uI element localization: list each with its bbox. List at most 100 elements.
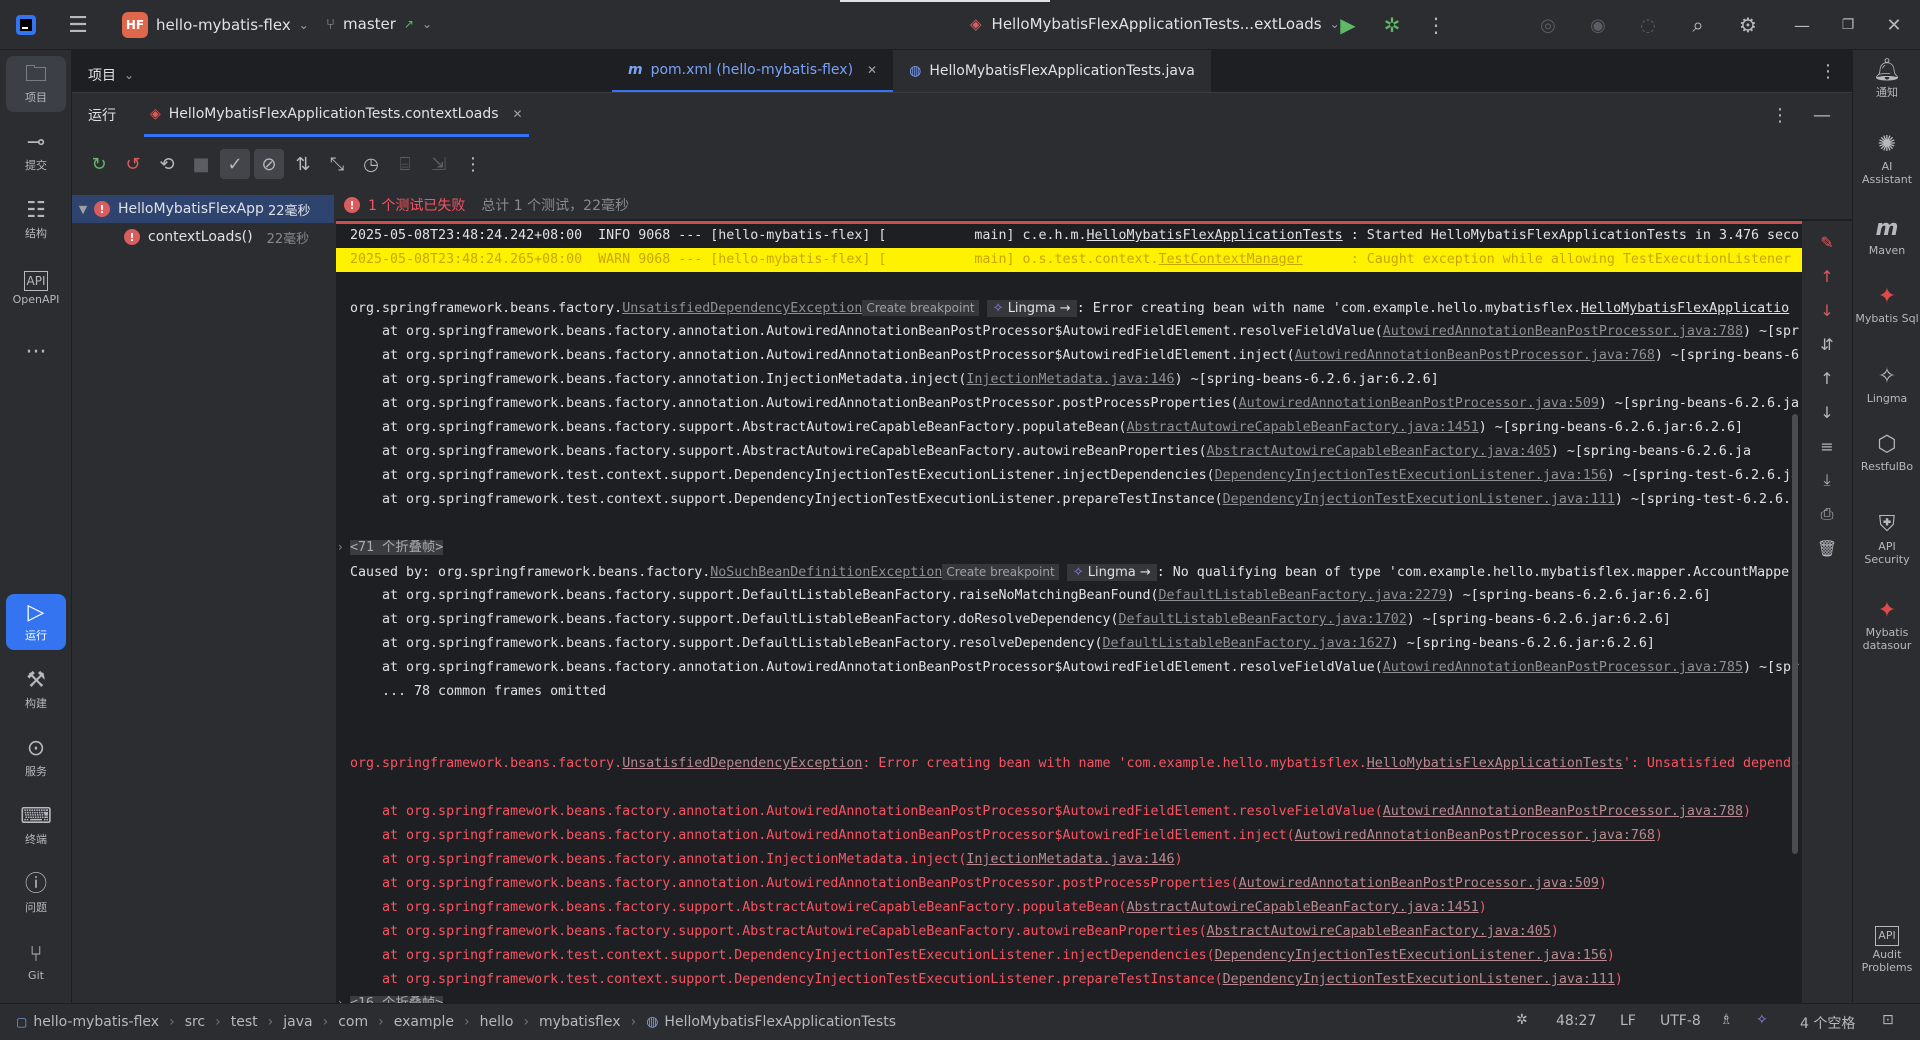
coverage-icon[interactable]: ◉ [1582, 9, 1614, 41]
breadcrumb-item[interactable]: hello-mybatis-flex [33, 1014, 159, 1030]
history-icon[interactable]: ◷ [356, 149, 386, 179]
source-link[interactable]: DependencyInjectionTestExecutionListener… [1223, 492, 1615, 507]
source-link[interactable]: AutowiredAnnotationBeanPostProcessor.jav… [1295, 828, 1655, 843]
class-link[interactable]: HelloMybatisFlexApplicationTests [1367, 756, 1623, 771]
clear-all-icon[interactable]: ✎ [1814, 229, 1840, 255]
tool-problems[interactable]: ⓘ 问题 [6, 866, 66, 922]
tree-item-root[interactable]: ▼ ! HelloMybatisFlexApp 22毫秒 [72, 195, 334, 223]
source-link[interactable]: InjectionMetadata.java:146 [966, 852, 1174, 867]
minimize-icon[interactable]: — [1786, 9, 1818, 41]
breadcrumb-item[interactable]: hello [480, 1014, 514, 1030]
class-link[interactable]: TestContextManager [1159, 252, 1303, 267]
breadcrumb-item[interactable]: java [283, 1014, 312, 1030]
inspection-icon[interactable]: ♗ [1720, 1012, 1733, 1028]
file-encoding[interactable]: UTF-8 [1660, 1013, 1701, 1029]
source-link[interactable]: AbstractAutowireCapableBeanFactory.java:… [1127, 420, 1479, 435]
rerun-failed-icon[interactable]: ↺ [118, 149, 148, 179]
stop-icon[interactable]: ■ [186, 149, 216, 179]
next-failure-icon[interactable]: ↓ [1814, 297, 1840, 323]
search-icon[interactable]: ⌕ [1682, 9, 1714, 41]
lingma-status-icon[interactable]: ✲ [1516, 1012, 1528, 1028]
close-tab-icon[interactable]: ✕ [867, 63, 877, 77]
print-icon[interactable]: ⎙ [1814, 501, 1840, 527]
breadcrumb-item[interactable]: HelloMybatisFlexApplicationTests [664, 1014, 896, 1030]
hide-panel-icon[interactable]: — [1806, 99, 1838, 131]
debug-icon[interactable]: ✲ [1376, 9, 1408, 41]
tab-pom-xml[interactable]: m pom.xml (hello-mybatis-flex) ✕ [612, 50, 894, 92]
tool-more[interactable]: ··· [6, 326, 66, 382]
tool-mybatis-datasource[interactable]: ✦ Mybatis datasour [1855, 598, 1919, 652]
cursor-position[interactable]: 48:27 [1556, 1013, 1596, 1029]
tool-maven[interactable]: m Maven [1855, 216, 1919, 257]
tool-build[interactable]: ⚒ 构建 [6, 662, 66, 718]
tool-run[interactable]: ▷ 运行 [6, 594, 66, 650]
down-arrow-icon[interactable]: ↓ [1814, 399, 1840, 425]
app-logo-icon[interactable] [10, 9, 42, 41]
line-separator[interactable]: LF [1620, 1013, 1636, 1029]
tab-tests-java[interactable]: ◍ HelloMybatisFlexApplicationTests.java [893, 50, 1211, 92]
breadcrumb-item[interactable]: com [338, 1014, 368, 1030]
profiler-icon[interactable]: ◎ [1532, 9, 1564, 41]
up-arrow-icon[interactable]: ↑ [1814, 365, 1840, 391]
tree-item-test[interactable]: ! contextLoads() 22毫秒 [72, 223, 334, 251]
create-breakpoint-button[interactable]: Create breakpoint [862, 300, 979, 316]
source-link[interactable]: AutowiredAnnotationBeanPostProcessor.jav… [1239, 396, 1599, 411]
console-text[interactable]: 2025-05-08T23:48:24.242+08:00 INFO 9068 … [336, 221, 1802, 1004]
show-ignored-icon[interactable]: ⊘ [254, 149, 284, 179]
source-link[interactable]: DependencyInjectionTestExecutionListener… [1223, 972, 1615, 987]
previous-failure-icon[interactable]: ↑ [1814, 263, 1840, 289]
indent-setting[interactable]: 4 个空格 [1800, 1013, 1855, 1033]
source-link[interactable]: InjectionMetadata.java:146 [966, 372, 1174, 387]
tool-terminal[interactable]: ⌨ 终端 [6, 798, 66, 854]
restore-icon[interactable]: ❐ [1832, 9, 1864, 41]
tool-structure[interactable]: ☷ 结构 [6, 192, 66, 248]
settings-gear-icon[interactable]: ⚙ [1732, 9, 1764, 41]
code-with-me-icon[interactable]: ◌ [1632, 9, 1664, 41]
breadcrumb-item[interactable]: example [394, 1014, 454, 1030]
source-link[interactable]: DefaultListableBeanFactory.java:1627 [1103, 636, 1391, 651]
source-link[interactable]: AbstractAutowireCapableBeanFactory.java:… [1207, 444, 1551, 459]
console-scrollbar[interactable] [1792, 414, 1798, 854]
run-panel-options-icon[interactable]: ⋮ [1764, 99, 1796, 131]
tool-restful[interactable]: ⬡ RestfulBo [1855, 432, 1919, 473]
breadcrumb-item[interactable]: mybatisflex [539, 1014, 621, 1030]
tool-commit[interactable]: ⊸ 提交 [6, 124, 66, 180]
breadcrumb-item[interactable]: src [185, 1014, 205, 1030]
class-link[interactable]: HelloMybatisFlexApplicationTests [1087, 228, 1343, 243]
export-icon[interactable]: ⇲ [424, 149, 454, 179]
tool-audit-problems[interactable]: API Audit Problems [1855, 926, 1919, 974]
source-link[interactable]: DefaultListableBeanFactory.java:1702 [1119, 612, 1407, 627]
scroll-to-end-icon[interactable]: ⤓ [1814, 467, 1840, 493]
collapse-icon[interactable]: ⤡ [322, 149, 352, 179]
trash-icon[interactable]: 🗑︎ [1814, 535, 1840, 561]
source-link[interactable]: DependencyInjectionTestExecutionListener… [1215, 468, 1607, 483]
chevron-right-icon[interactable]: › [338, 540, 343, 554]
source-link[interactable]: AutowiredAnnotationBeanPostProcessor.jav… [1239, 876, 1599, 891]
create-breakpoint-button[interactable]: Create breakpoint [942, 564, 1059, 580]
tool-project[interactable]: 🗀 项目 [6, 56, 66, 112]
lingma-button[interactable]: ✧ Lingma → [1066, 564, 1157, 581]
project-selector[interactable]: HF hello-mybatis-flex ⌄ [122, 12, 309, 38]
tool-git[interactable]: ⑂ Git [6, 934, 66, 990]
source-link[interactable]: AutowiredAnnotationBeanPostProcessor.jav… [1383, 324, 1743, 339]
folded-frames[interactable]: <71 个折叠帧> [350, 536, 444, 560]
source-link[interactable]: DefaultListableBeanFactory.java:2279 [1159, 588, 1447, 603]
more-options-icon[interactable]: ⋮ [458, 149, 488, 179]
soft-wrap-icon[interactable]: ≡ [1814, 433, 1840, 459]
lingma-button[interactable]: ✧ Lingma → [986, 300, 1077, 317]
run-icon[interactable]: ▶ [1332, 9, 1364, 41]
camera-icon[interactable]: ⌸ [390, 149, 420, 179]
main-menu-icon[interactable]: ☰ [62, 9, 94, 41]
tool-notifications[interactable]: 🔔︎ 通知 [1855, 58, 1919, 99]
exception-link[interactable]: UnsatisfiedDependencyException [622, 756, 862, 771]
run-tab[interactable]: ◈ HelloMybatisFlexApplicationTests.conte… [144, 93, 529, 137]
tool-api-security[interactable]: ⛨ API Security [1855, 512, 1919, 566]
source-link[interactable]: AbstractAutowireCapableBeanFactory.java:… [1207, 924, 1551, 939]
source-link[interactable]: DependencyInjectionTestExecutionListener… [1215, 948, 1607, 963]
lingma-icon[interactable]: ✧ [1756, 1012, 1768, 1028]
more-actions-icon[interactable]: ⋮ [1420, 9, 1452, 41]
source-link[interactable]: AutowiredAnnotationBeanPostProcessor.jav… [1383, 804, 1743, 819]
branch-selector[interactable]: ⑂ master ↗ ⌄ [326, 15, 432, 33]
close-window-icon[interactable]: ✕ [1878, 9, 1910, 41]
tool-services[interactable]: ⊙ 服务 [6, 730, 66, 786]
